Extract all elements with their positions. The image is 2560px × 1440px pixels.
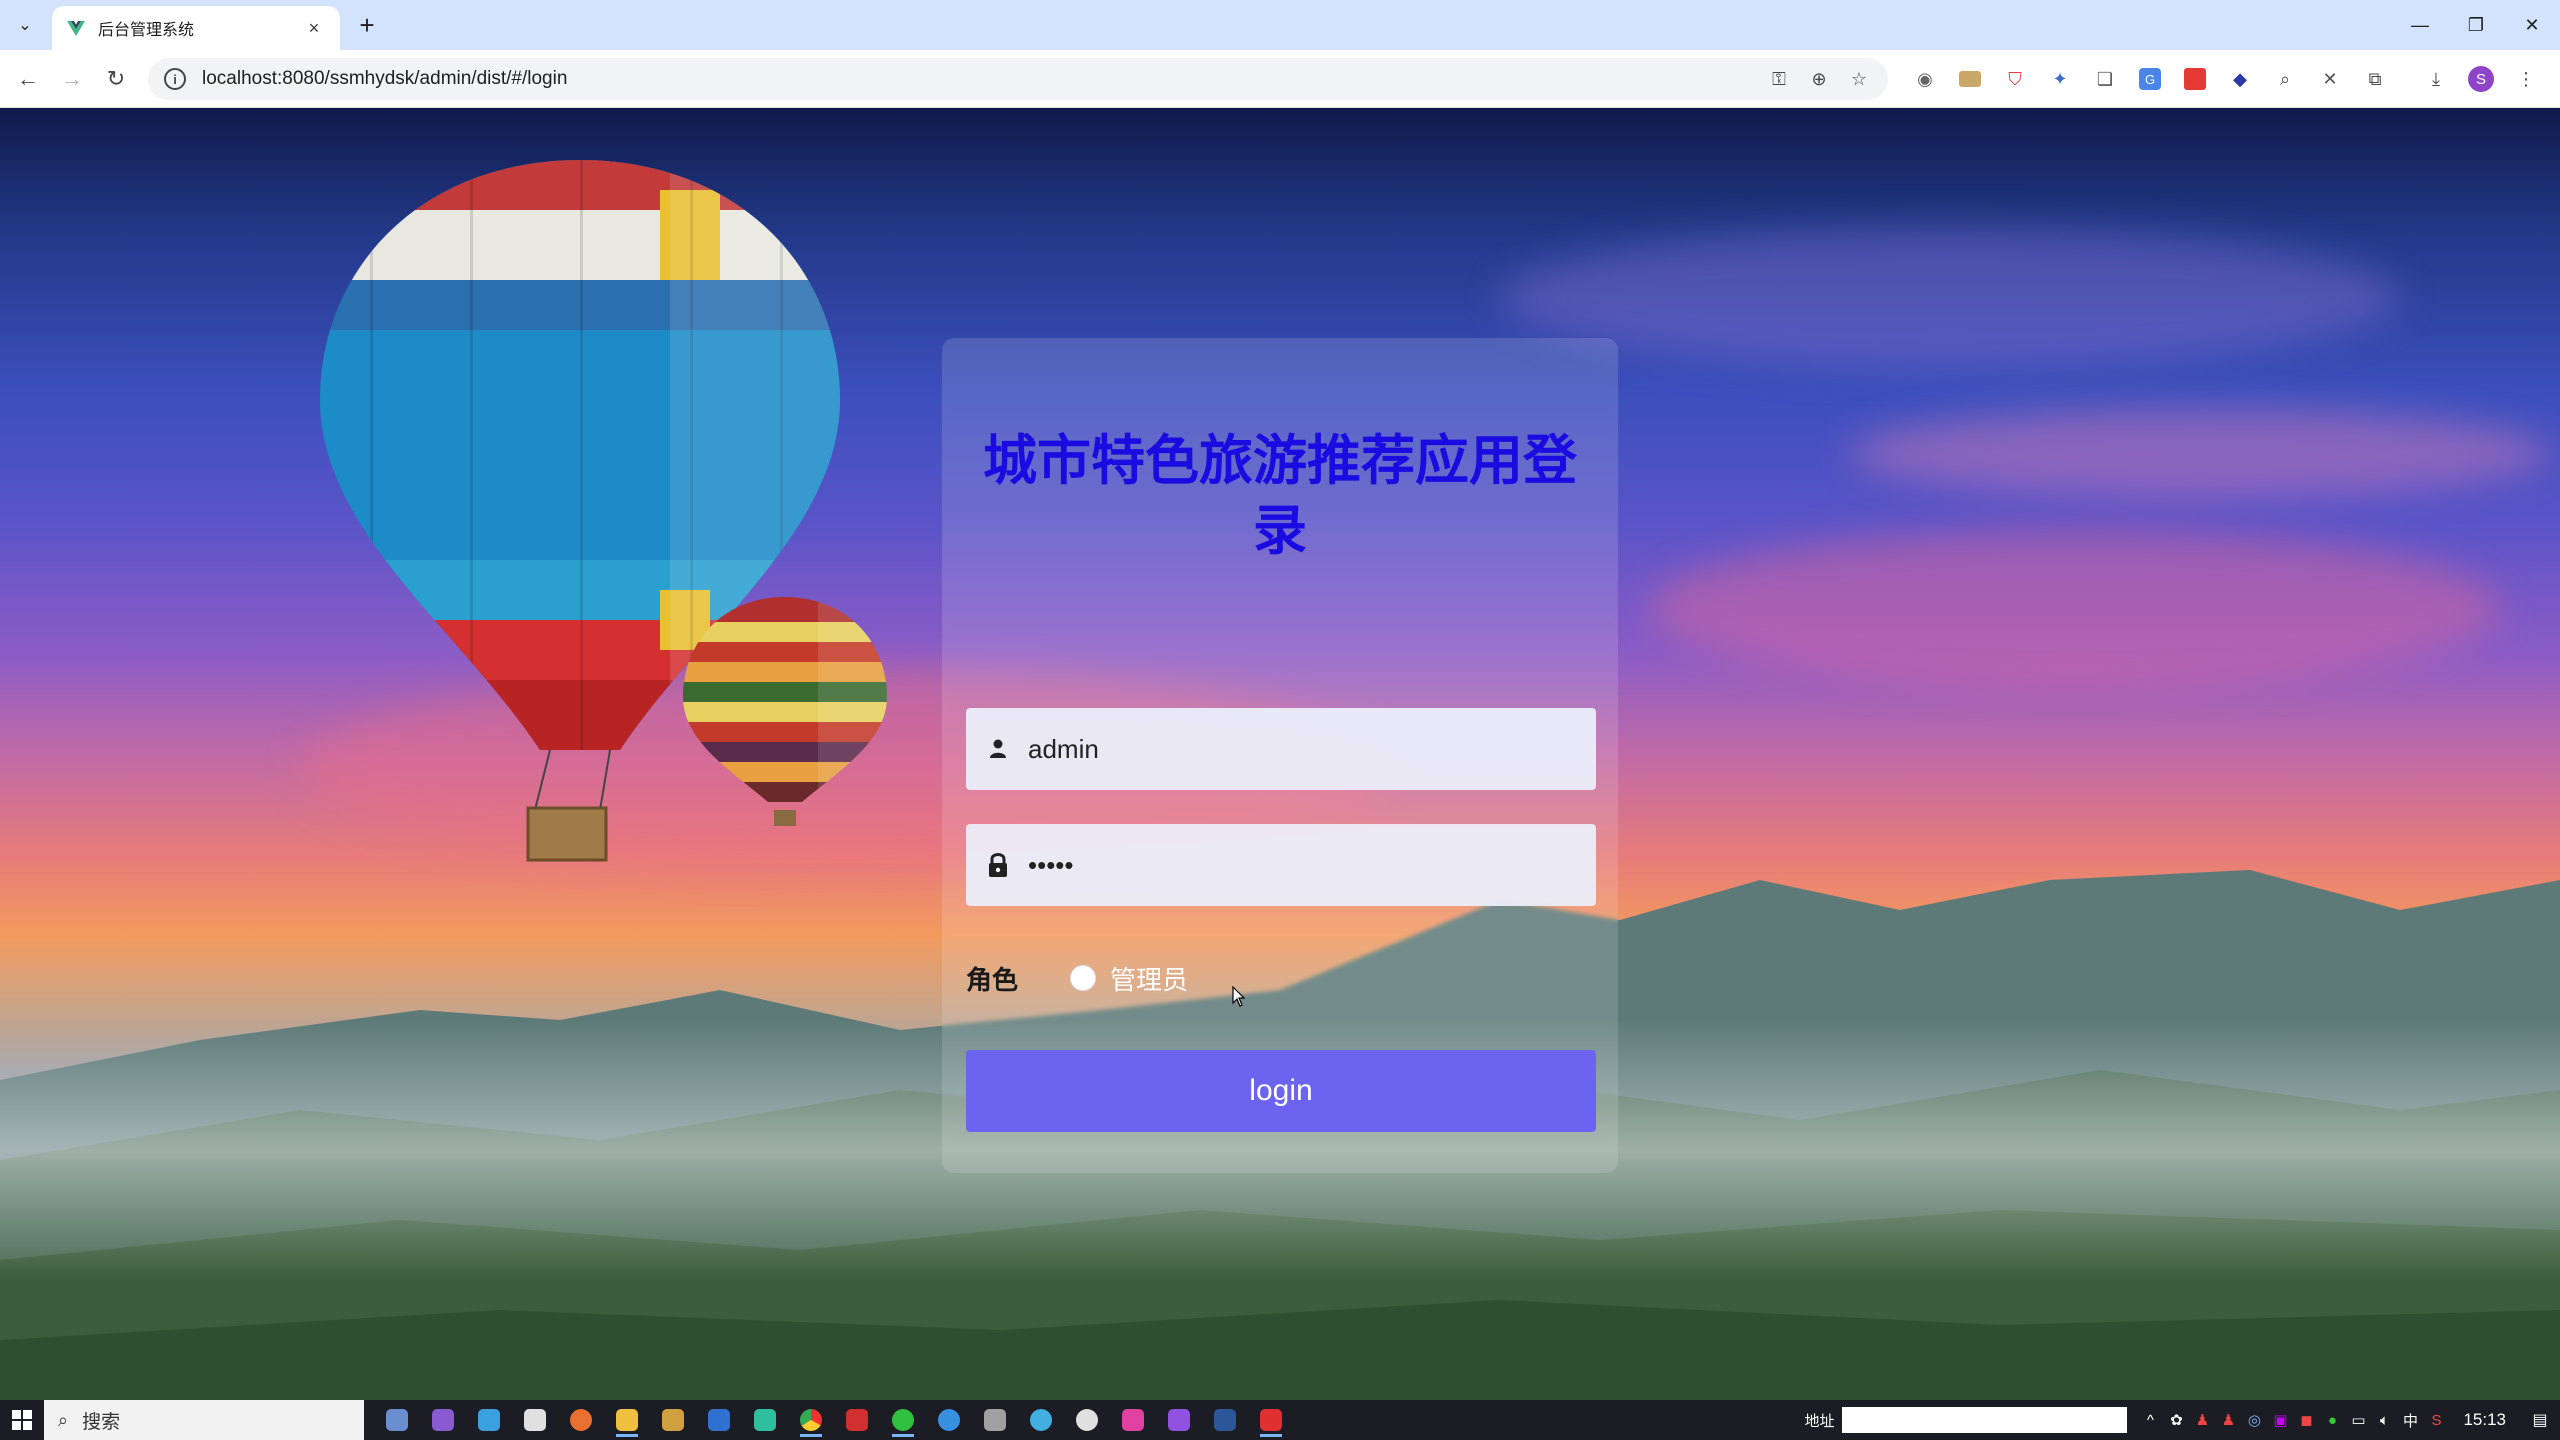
forward-arrow-icon[interactable]: → bbox=[50, 57, 94, 101]
pdf-extension-icon[interactable] bbox=[2178, 62, 2212, 96]
tray-app-icon[interactable]: ▣ bbox=[2267, 1407, 2293, 1433]
tray-app-icon[interactable]: ♟ bbox=[2189, 1407, 2215, 1433]
taskbar-app-icon[interactable] bbox=[976, 1402, 1014, 1438]
role-label: 角色 bbox=[966, 965, 1019, 996]
notification-icon[interactable]: ▤ bbox=[2520, 1400, 2560, 1440]
taskbar-app-icon[interactable] bbox=[424, 1402, 462, 1438]
address-url[interactable]: localhost:8080/ssmhydsk/admin/dist/#/log… bbox=[202, 68, 1766, 90]
sogou-ime-icon[interactable]: S bbox=[2423, 1407, 2449, 1433]
chevron-up-icon[interactable]: ^ bbox=[2137, 1407, 2163, 1433]
login-card: 城市特色旅游推荐应用登录 角色 管理员 login bbox=[942, 338, 1618, 1173]
bookmark-star-icon[interactable]: ☆ bbox=[1846, 66, 1872, 92]
copy-extension-icon[interactable]: ❏ bbox=[2088, 62, 2122, 96]
user-icon bbox=[984, 735, 1012, 763]
small-balloon-image bbox=[683, 597, 887, 826]
wechat-tray-icon[interactable]: ● bbox=[2319, 1407, 2345, 1433]
tray-app-icon[interactable]: ◼ bbox=[2293, 1407, 2319, 1433]
taskbar-search-placeholder: 搜索 bbox=[82, 1410, 121, 1433]
login-button[interactable]: login bbox=[966, 1050, 1596, 1132]
close-tab-icon[interactable]: × bbox=[302, 18, 326, 39]
taskbar-app-icon[interactable] bbox=[746, 1402, 784, 1438]
password-field[interactable] bbox=[966, 824, 1596, 906]
windows-start-icon[interactable] bbox=[0, 1400, 44, 1440]
taskbar-app-icon[interactable] bbox=[1206, 1402, 1244, 1438]
browser-tab-bar: ⌄ 后台管理系统 × + — ❐ ✕ bbox=[0, 0, 2560, 50]
taskbar-app-icon[interactable] bbox=[470, 1402, 508, 1438]
taskbar-app-icon[interactable] bbox=[378, 1402, 416, 1438]
taskbar-app-icon[interactable] bbox=[700, 1402, 738, 1438]
taskbar-app-icon[interactable] bbox=[562, 1402, 600, 1438]
address-toolbar-label: 地址 bbox=[1804, 1411, 1835, 1430]
reload-icon[interactable]: ↻ bbox=[94, 57, 138, 101]
taskbar-clock[interactable]: 15:13 bbox=[2463, 1410, 2506, 1430]
search-icon: ⌕ bbox=[58, 1409, 69, 1430]
taskbar-app-icon[interactable] bbox=[516, 1402, 554, 1438]
tab-search-chevron-icon[interactable]: ⌄ bbox=[10, 12, 40, 38]
admin-role-radio[interactable] bbox=[1070, 965, 1096, 991]
windows-taskbar: ⌕ 搜索 地址 ^ ✿ ♟ ♟ ◎ ▣ ◼ ● ▭ 🔈︎ 中 S 15:13 ▤ bbox=[0, 1400, 2560, 1440]
taskbar-app-icon[interactable] bbox=[884, 1402, 922, 1438]
tray-app-icon[interactable]: ◎ bbox=[2241, 1407, 2267, 1433]
role-selector: 角色 管理员 bbox=[966, 958, 1188, 998]
taskbar-app-icon[interactable] bbox=[608, 1402, 646, 1438]
puzzle-extensions-icon[interactable]: ⧉ bbox=[2358, 62, 2392, 96]
taskbar-apps bbox=[378, 1402, 1290, 1438]
system-tray: 地址 ^ ✿ ♟ ♟ ◎ ▣ ◼ ● ▭ 🔈︎ 中 S 15:13 ▤ bbox=[1804, 1400, 2560, 1440]
window-controls: — ❐ ✕ bbox=[2392, 0, 2560, 50]
login-page: 城市特色旅游推荐应用登录 角色 管理员 login bbox=[0, 108, 2560, 1400]
address-toolbar-input[interactable] bbox=[1842, 1407, 2128, 1433]
extension-icons: ◉ ⛉ ✦ ❏ G ◆ ⌕ ✕ ⧉ ⤓ S ⋮ bbox=[1908, 62, 2543, 96]
site-info-icon[interactable]: i bbox=[164, 68, 186, 90]
lock-icon bbox=[984, 851, 1012, 879]
taskbar-app-icon[interactable] bbox=[1068, 1402, 1106, 1438]
taskbar-app-icon[interactable] bbox=[1160, 1402, 1198, 1438]
search-extension-icon[interactable]: ⌕ bbox=[2268, 62, 2302, 96]
more-menu-icon[interactable]: ⋮ bbox=[2509, 62, 2543, 96]
password-input[interactable] bbox=[1028, 849, 1588, 881]
password-key-icon[interactable]: ⚿ bbox=[1766, 66, 1792, 92]
tray-app-icon[interactable]: ✿ bbox=[2163, 1407, 2189, 1433]
blue-extension-icon[interactable]: ◆ bbox=[2223, 62, 2257, 96]
vue-favicon-icon bbox=[67, 21, 85, 36]
mouse-cursor-icon bbox=[1232, 986, 1246, 1007]
back-arrow-icon[interactable]: ← bbox=[6, 57, 50, 101]
network-icon[interactable]: ▭ bbox=[2345, 1407, 2371, 1433]
browser-tab[interactable]: 后台管理系统 × bbox=[52, 6, 340, 50]
taskbar-chrome-icon[interactable] bbox=[792, 1402, 830, 1438]
volume-icon[interactable]: 🔈︎ bbox=[2371, 1407, 2397, 1433]
browser-toolbar: ← → ↻ i localhost:8080/ssmhydsk/admin/di… bbox=[0, 50, 2560, 108]
taskbar-app-icon[interactable] bbox=[838, 1402, 876, 1438]
shield-extension-icon[interactable]: ⛉ bbox=[1998, 62, 2032, 96]
taskbar-app-icon[interactable] bbox=[930, 1402, 968, 1438]
tool-extension-icon[interactable]: ✦ bbox=[2043, 62, 2077, 96]
taskbar-app-icon[interactable] bbox=[1114, 1402, 1152, 1438]
username-input[interactable] bbox=[1028, 733, 1588, 765]
close-window-icon[interactable]: ✕ bbox=[2504, 0, 2560, 50]
username-field[interactable] bbox=[966, 708, 1596, 790]
profile-avatar[interactable]: S bbox=[2464, 62, 2498, 96]
x-extension-icon[interactable]: ✕ bbox=[2313, 62, 2347, 96]
admin-role-label[interactable]: 管理员 bbox=[1110, 960, 1188, 997]
camera-extension-icon[interactable]: ◉ bbox=[1908, 62, 1942, 96]
minimize-icon[interactable]: — bbox=[2392, 0, 2448, 50]
taskbar-app-icon[interactable] bbox=[1022, 1402, 1060, 1438]
tab-title: 后台管理系统 bbox=[98, 22, 195, 39]
download-icon[interactable]: ⤓ bbox=[2419, 62, 2453, 96]
taskbar-app-icon[interactable] bbox=[1252, 1402, 1290, 1438]
address-bar[interactable]: i localhost:8080/ssmhydsk/admin/dist/#/l… bbox=[148, 58, 1888, 100]
login-title: 城市特色旅游推荐应用登录 bbox=[983, 429, 1577, 562]
input-method-indicator[interactable]: 中 bbox=[2397, 1407, 2423, 1433]
restore-icon[interactable]: ❐ bbox=[2448, 0, 2504, 50]
image-extension-icon[interactable] bbox=[1953, 62, 1987, 96]
taskbar-app-icon[interactable] bbox=[654, 1402, 692, 1438]
translate-extension-icon[interactable]: G bbox=[2133, 62, 2167, 96]
new-tab-button[interactable]: + bbox=[352, 10, 382, 40]
zoom-icon[interactable]: ⊕ bbox=[1806, 66, 1832, 92]
tray-app-icon[interactable]: ♟ bbox=[2215, 1407, 2241, 1433]
taskbar-search-box[interactable]: ⌕ 搜索 bbox=[44, 1400, 364, 1440]
